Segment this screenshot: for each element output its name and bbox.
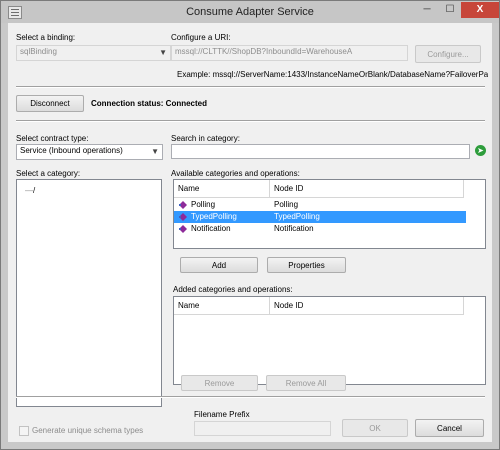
filename-prefix-label: Filename Prefix [194, 410, 250, 419]
search-input[interactable] [171, 144, 470, 159]
filename-prefix-input[interactable] [194, 421, 331, 436]
maximize-button[interactable]: ☐ [439, 2, 461, 18]
configure-button[interactable]: Configure... [415, 45, 481, 63]
contract-type-label: Select contract type: [16, 134, 89, 143]
column-header-name[interactable]: Name [174, 180, 270, 198]
properties-button[interactable]: Properties [267, 257, 346, 273]
remove-all-button[interactable]: Remove All [266, 375, 346, 391]
consume-adapter-service-window: Consume Adapter Service ─ ☐ X Select a b… [0, 0, 500, 450]
minimize-button[interactable]: ─ [415, 2, 439, 18]
column-header-node-id[interactable]: Node ID [270, 180, 464, 198]
generate-unique-checkbox[interactable] [19, 426, 29, 436]
list-item[interactable]: Polling Polling [174, 199, 466, 211]
list-item-selected[interactable]: TypedPolling TypedPolling [174, 211, 466, 223]
uri-label: Configure a URI: [171, 33, 231, 42]
connection-status: Connection status: Connected [91, 99, 208, 108]
row-name: Notification [191, 224, 231, 233]
operation-icon [179, 225, 187, 233]
bottom-divider [16, 396, 485, 398]
title-bar[interactable]: Consume Adapter Service ─ ☐ X [1, 1, 499, 23]
tree-root-branch: — [25, 186, 33, 195]
category-label: Select a category: [16, 169, 81, 178]
row-node-id: Notification [274, 224, 314, 233]
added-list[interactable]: Name Node ID [173, 296, 486, 385]
row-name: TypedPolling [191, 212, 237, 221]
close-button[interactable]: X [461, 2, 499, 18]
uri-example: Example: mssql://ServerName:1433/Instanc… [177, 70, 488, 79]
column-header-node-id[interactable]: Node ID [270, 297, 464, 315]
dialog-body: Select a binding: sqlBinding ▼ Configure… [8, 23, 492, 442]
chevron-down-icon: ▼ [159, 48, 167, 57]
chevron-down-icon: ▼ [151, 147, 159, 156]
column-header-name[interactable]: Name [174, 297, 270, 315]
operation-icon [179, 213, 187, 221]
ok-button[interactable]: OK [342, 419, 408, 437]
available-list[interactable]: Name Node ID Polling Polling TypedPollin… [173, 179, 486, 249]
contract-type-value: Service (Inbound operations) [20, 146, 123, 155]
top-divider [16, 86, 485, 88]
available-label: Available categories and operations: [171, 169, 300, 178]
cancel-button[interactable]: Cancel [415, 419, 484, 437]
close-icon: X [476, 4, 484, 15]
row-node-id: Polling [274, 200, 299, 209]
row-node-id: TypedPolling [274, 212, 320, 221]
remove-button[interactable]: Remove [181, 375, 258, 391]
add-button[interactable]: Add [180, 257, 258, 273]
maximize-icon: ☐ [445, 4, 455, 15]
category-tree[interactable]: — / [16, 179, 162, 407]
search-label: Search in category: [171, 134, 240, 143]
row-name: Polling [191, 200, 216, 209]
go-arrow-icon[interactable]: ➤ [475, 145, 486, 156]
contract-type-select[interactable]: Service (Inbound operations) ▼ [16, 144, 163, 160]
tree-root-node[interactable]: / [33, 186, 35, 195]
minimize-icon: ─ [423, 4, 431, 15]
generate-unique-label: Generate unique schema types [32, 426, 144, 435]
mid-divider [16, 120, 485, 122]
binding-select[interactable]: sqlBinding ▼ [16, 45, 171, 61]
binding-label: Select a binding: [16, 33, 76, 42]
disconnect-button[interactable]: Disconnect [16, 95, 84, 112]
added-label: Added categories and operations: [173, 285, 293, 294]
uri-input[interactable]: mssql://CLTTK//ShopDB?InboundId=Warehous… [171, 45, 408, 61]
list-item[interactable]: Notification Notification [174, 223, 466, 235]
operation-icon [179, 201, 187, 209]
binding-value: sqlBinding [20, 47, 57, 56]
